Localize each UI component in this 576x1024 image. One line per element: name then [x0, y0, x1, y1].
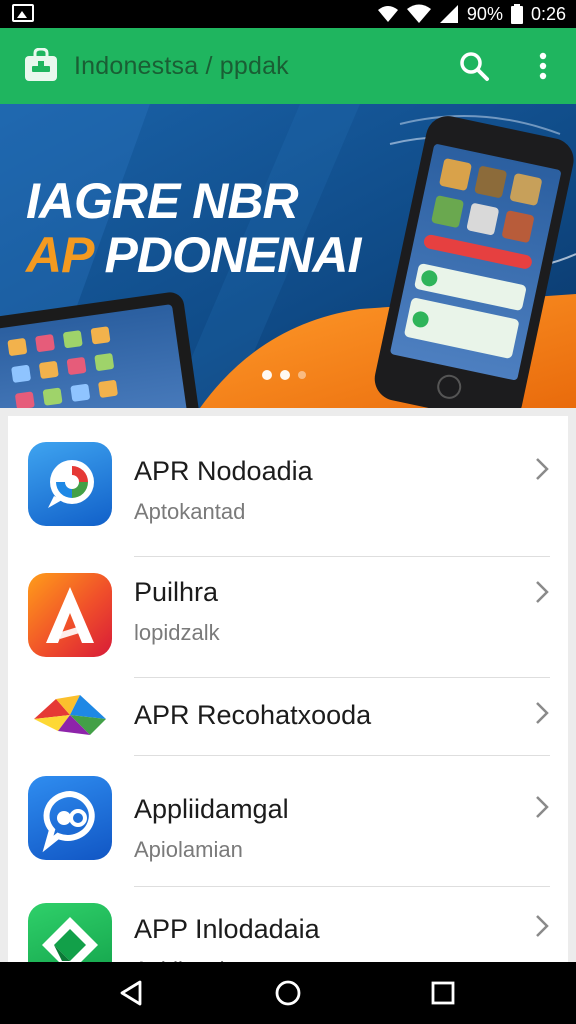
app-list: APR Nodoadia Aptokantad Puilhra lopidzal…: [8, 416, 568, 987]
list-item[interactable]: Appliidamgal Apiolamian: [8, 756, 568, 886]
image-notification-icon: [12, 4, 34, 22]
clock: 0:26: [530, 3, 566, 24]
status-bar: 90% 0:26: [0, 0, 576, 28]
app-subtitle: Apiolamian: [134, 837, 243, 862]
wifi-icon: [406, 4, 431, 23]
app-bar: Indonestsa / ppdak: [0, 28, 576, 104]
battery-percent: 90%: [466, 3, 503, 24]
search-icon[interactable]: [456, 48, 492, 84]
chat-bubble-icon: [28, 442, 112, 526]
banner-headline: IAGRE NBR: [26, 173, 299, 229]
cell-signal-icon: [439, 5, 458, 23]
more-options-icon[interactable]: [528, 48, 558, 84]
chevron-right-icon: [536, 915, 549, 937]
promo-banner[interactable]: IAGRE NBR AP PDONENAI: [0, 104, 576, 408]
app-title: Appliidamgal: [134, 794, 289, 824]
carousel-indicator: [262, 370, 306, 380]
status-icons: 90% 0:26: [377, 2, 566, 26]
app-subtitle: lopidzalk: [134, 620, 220, 645]
navigation-bar: [0, 962, 576, 1024]
list-item[interactable]: Puilhra lopidzalk: [8, 557, 568, 677]
chevron-right-icon: [536, 458, 549, 480]
carousel-dot[interactable]: [298, 371, 306, 379]
banner-subheadline-orange: AP: [26, 227, 105, 283]
banner-subheadline-white: PDONENAI: [104, 227, 362, 283]
shopping-bag-logo-icon: [25, 48, 57, 81]
carousel-dot-active[interactable]: [262, 370, 272, 380]
app-list-container: APR Nodoadia Aptokantad Puilhra lopidzal…: [0, 408, 576, 987]
signal-alt-icon: [377, 6, 398, 22]
carousel-dot[interactable]: [280, 370, 290, 380]
list-item[interactable]: APR Recohatxooda: [8, 678, 568, 755]
chevron-right-icon: [536, 702, 549, 724]
recent-apps-icon[interactable]: [428, 978, 458, 1008]
chat-dots-icon: [28, 776, 112, 860]
chevron-right-icon: [536, 581, 549, 603]
home-icon[interactable]: [273, 978, 303, 1008]
app-title: APR Recohatxooda: [134, 700, 372, 730]
app-title: Indonestsa / ppdak: [74, 52, 289, 80]
app-title: Puilhra: [134, 577, 219, 607]
list-item[interactable]: APR Nodoadia Aptokantad: [8, 416, 568, 556]
back-icon[interactable]: [116, 978, 146, 1008]
banner-subheadline: AP PDONENAI: [26, 226, 362, 284]
app-subtitle: Aptokantad: [134, 499, 246, 524]
app-title: APP Inlodadaia: [134, 914, 320, 944]
letter-a-icon: [28, 573, 112, 657]
app-title: APR Nodoadia: [134, 456, 313, 486]
chevron-right-icon: [536, 796, 549, 818]
battery-icon: [510, 4, 523, 24]
colorful-mountain-icon: [28, 675, 112, 759]
